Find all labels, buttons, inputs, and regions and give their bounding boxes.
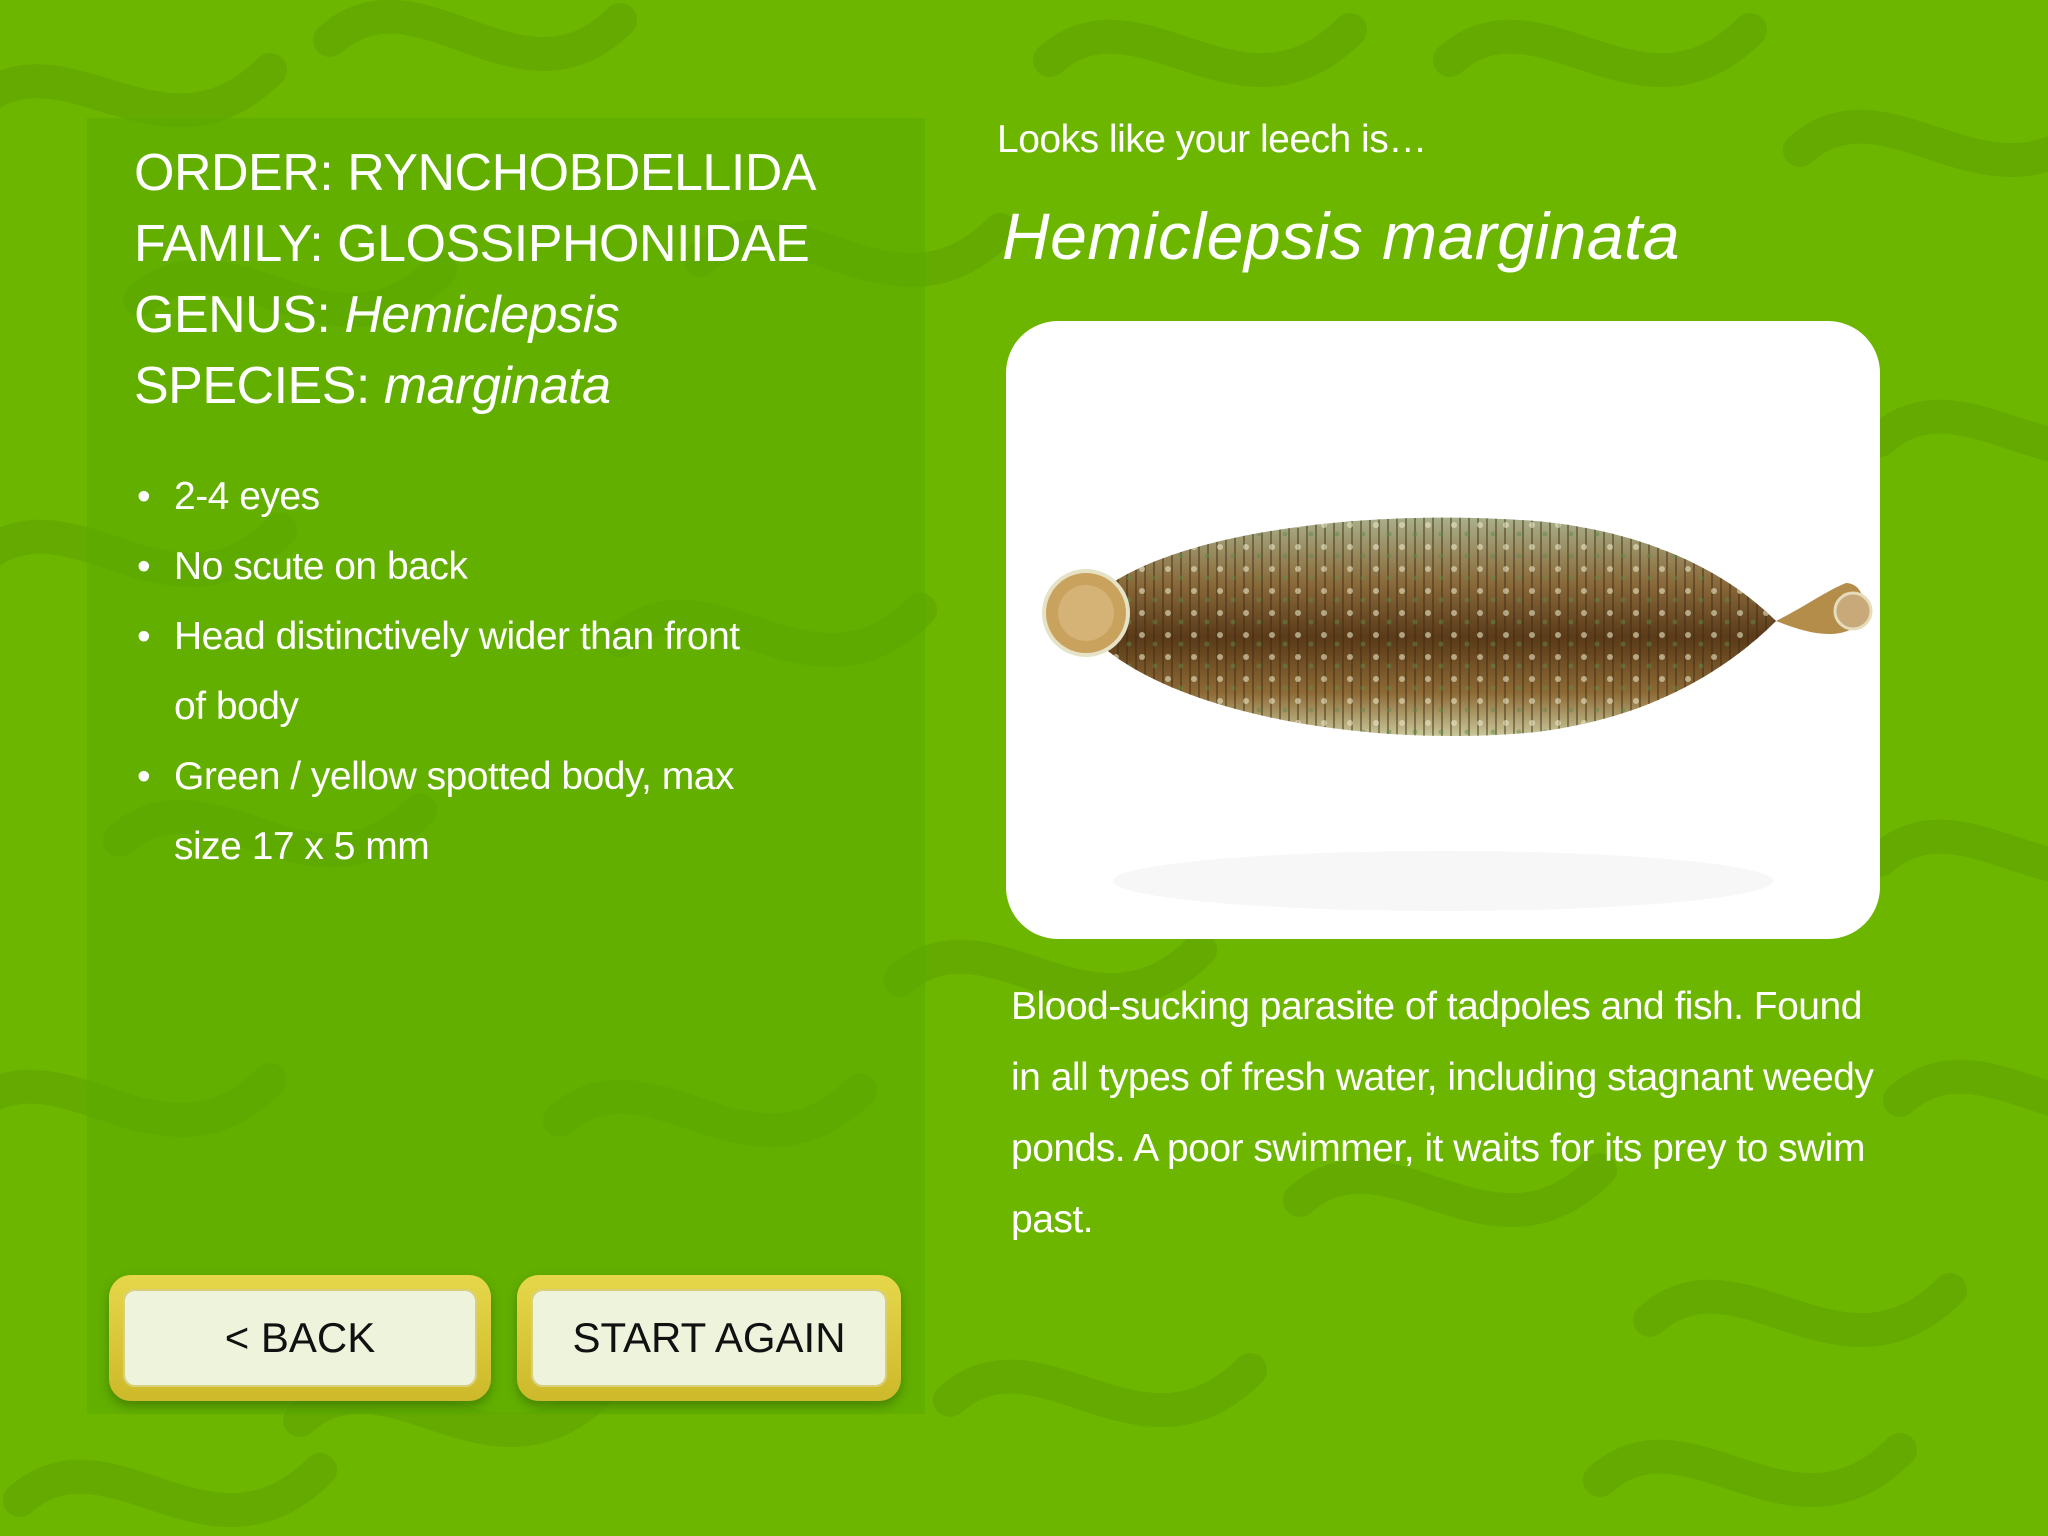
bullet-icon: •	[137, 545, 151, 588]
taxonomy-block: ORDER: RYNCHOBDELLIDA FAMILY: GLOSSIPHON…	[134, 138, 817, 422]
family-row: FAMILY: GLOSSIPHONIIDAE	[134, 209, 816, 280]
species-description: Blood-sucking parasite of tadpoles and f…	[1011, 985, 1874, 1241]
family-label: FAMILY:	[134, 215, 338, 273]
family-value: GLOSSIPHONIIDAE	[337, 215, 810, 273]
start-again-button-label: START AGAIN	[531, 1289, 887, 1387]
order-label: ORDER:	[134, 144, 348, 202]
feature-item: • Green / yellow spotted body, max size 1…	[137, 742, 777, 882]
result-intro: Looks like your leech is…	[997, 118, 1427, 161]
genus-value: Hemiclepsis	[344, 286, 620, 344]
feature-item: • No scute on back	[137, 532, 777, 602]
bullet-icon: •	[137, 475, 151, 518]
feature-text: Head distinctively wider than front of b…	[174, 615, 740, 728]
species-title: Hemiclepsis marginata	[1002, 199, 1681, 273]
species-label: SPECIES:	[134, 357, 384, 415]
leech-photo-frame	[1006, 321, 1880, 939]
feature-list: • 2-4 eyes • No scute on back • Head distin…	[137, 462, 777, 882]
feature-item: • Head distinctively wider than front of …	[137, 602, 777, 742]
feature-text: 2-4 eyes	[174, 475, 320, 518]
back-button[interactable]: < BACK	[109, 1275, 491, 1401]
feature-item: • 2-4 eyes	[137, 462, 777, 532]
genus-label: GENUS:	[134, 286, 345, 344]
bullet-icon: •	[137, 755, 151, 798]
species-value: marginata	[383, 357, 611, 415]
genus-row: GENUS: Hemiclepsis	[134, 280, 816, 351]
feature-text: No scute on back	[174, 545, 468, 588]
feature-text: Green / yellow spotted body, max size 17…	[174, 755, 734, 868]
start-again-button[interactable]: START AGAIN	[517, 1275, 901, 1401]
order-row: ORDER: RYNCHOBDELLIDA	[134, 138, 817, 209]
bullet-icon: •	[137, 615, 151, 658]
order-value: RYNCHOBDELLIDA	[347, 144, 817, 202]
species-row: SPECIES: marginata	[134, 351, 816, 422]
back-button-label: < BACK	[123, 1289, 477, 1387]
leech-photo	[1042, 517, 1873, 911]
